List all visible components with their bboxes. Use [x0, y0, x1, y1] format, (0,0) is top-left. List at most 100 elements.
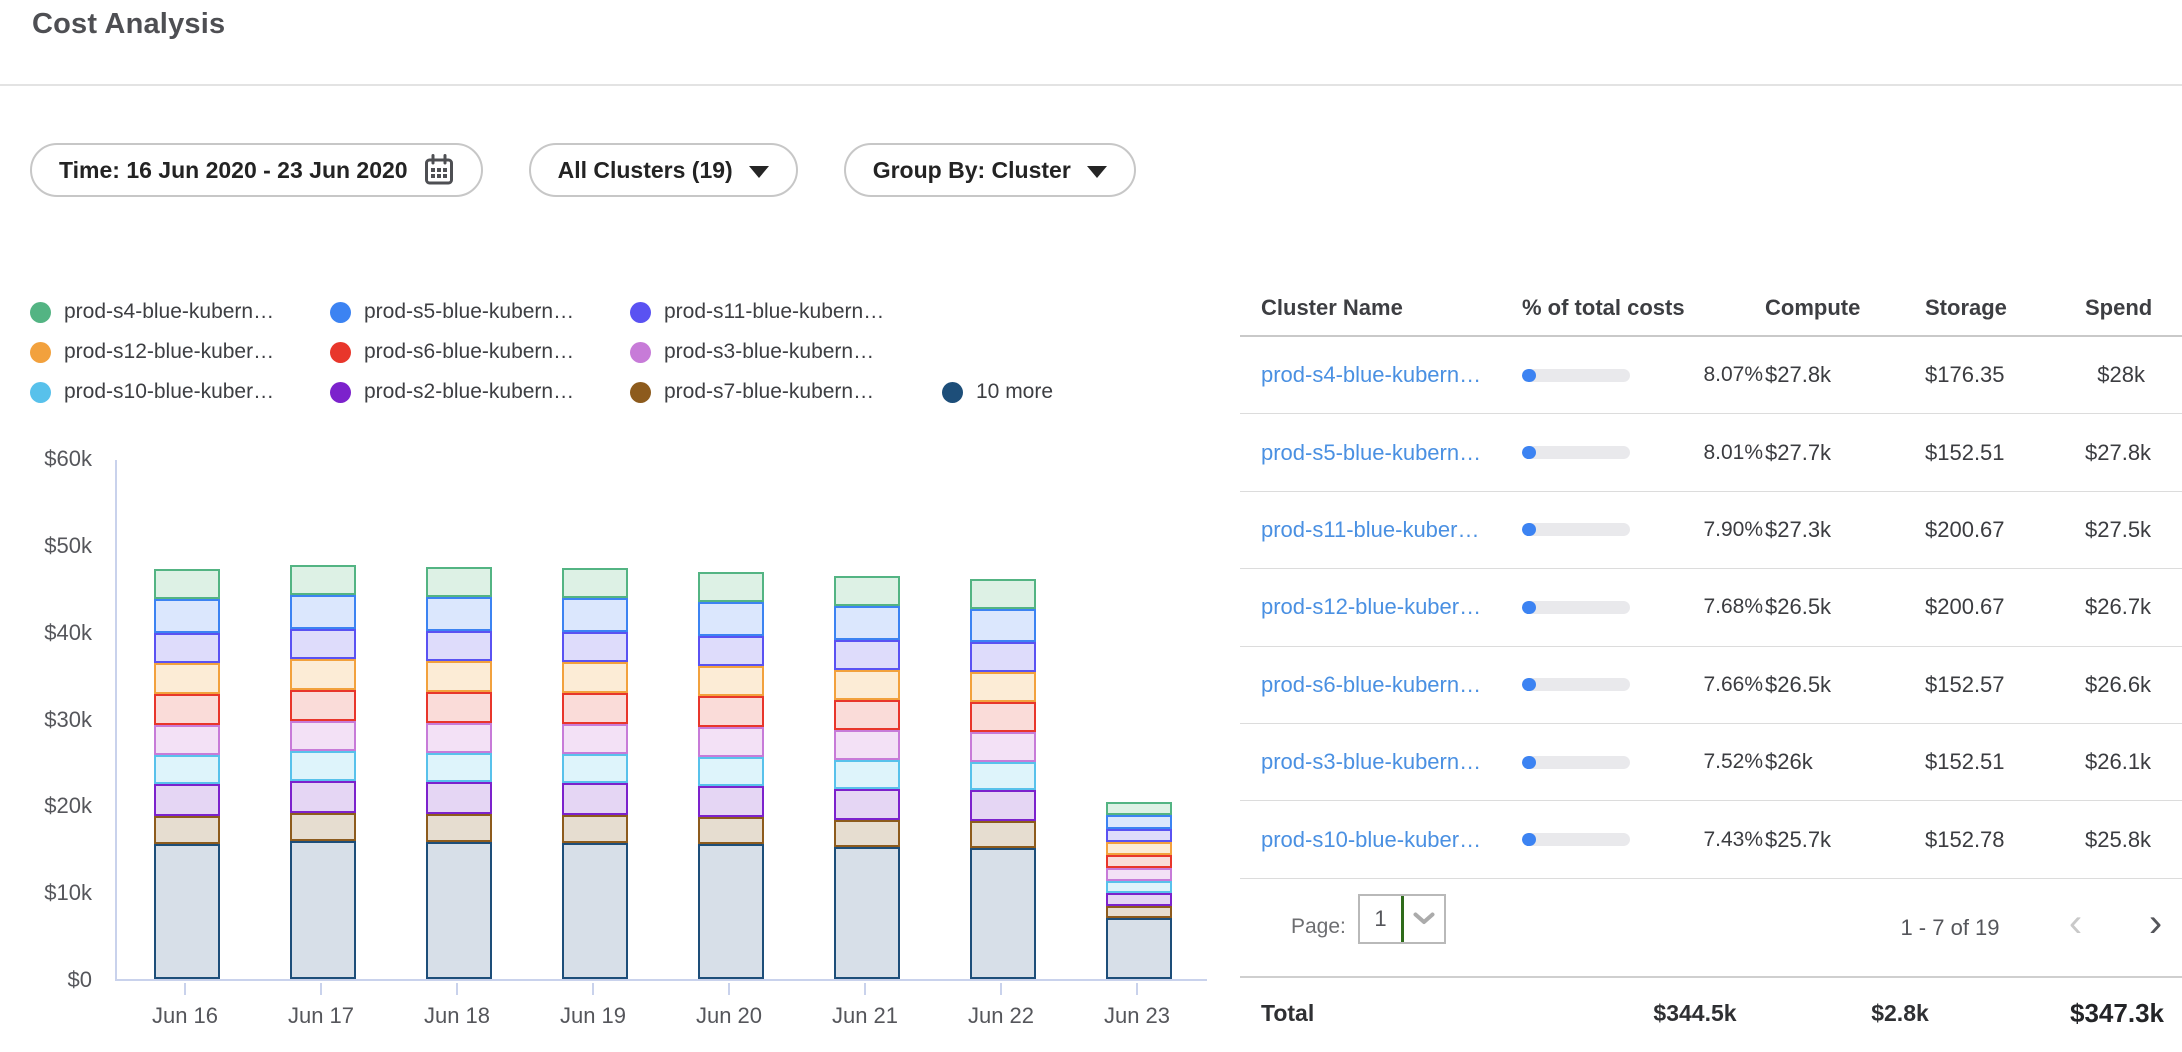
bar-segment[interactable]: [426, 661, 492, 692]
bar-segment[interactable]: [426, 753, 492, 782]
bar-jun-17[interactable]: [290, 565, 356, 979]
legend-item[interactable]: prod-s6-blue-kubern…: [330, 340, 630, 364]
bar-segment[interactable]: [970, 672, 1036, 702]
bar-segment[interactable]: [698, 572, 764, 602]
cluster-name-link[interactable]: prod-s4-blue-kubern…: [1261, 362, 1481, 387]
legend-item[interactable]: prod-s10-blue-kuber…: [30, 380, 330, 404]
bar-segment[interactable]: [970, 579, 1036, 609]
bar-segment[interactable]: [426, 842, 492, 979]
bar-segment[interactable]: [698, 817, 764, 844]
bar-segment[interactable]: [154, 844, 220, 979]
bar-segment[interactable]: [698, 844, 764, 979]
bar-segment[interactable]: [290, 813, 356, 841]
bar-segment[interactable]: [562, 568, 628, 598]
bar-segment[interactable]: [698, 666, 764, 696]
bar-segment[interactable]: [290, 751, 356, 781]
cluster-name-link[interactable]: prod-s3-blue-kubern…: [1261, 749, 1481, 774]
bar-segment[interactable]: [154, 599, 220, 633]
bar-segment[interactable]: [834, 730, 900, 760]
bar-segment[interactable]: [290, 690, 356, 721]
bar-segment[interactable]: [970, 821, 1036, 848]
bar-jun-23[interactable]: [1106, 802, 1172, 979]
bar-segment[interactable]: [970, 732, 1036, 762]
bar-segment[interactable]: [562, 598, 628, 632]
bar-segment[interactable]: [698, 727, 764, 757]
bar-segment[interactable]: [154, 663, 220, 694]
bar-segment[interactable]: [154, 784, 220, 816]
legend-item[interactable]: prod-s5-blue-kubern…: [330, 300, 630, 324]
bar-jun-21[interactable]: [834, 576, 900, 979]
bar-segment[interactable]: [1106, 893, 1172, 906]
bar-segment[interactable]: [426, 723, 492, 753]
bar-segment[interactable]: [290, 595, 356, 629]
bar-segment[interactable]: [562, 843, 628, 979]
bar-segment[interactable]: [1106, 802, 1172, 815]
bar-segment[interactable]: [290, 841, 356, 979]
bar-segment[interactable]: [154, 725, 220, 755]
bar-segment[interactable]: [834, 670, 900, 700]
legend-item[interactable]: prod-s4-blue-kubern…: [30, 300, 330, 324]
bar-segment[interactable]: [698, 602, 764, 636]
cluster-name-link[interactable]: prod-s11-blue-kuber…: [1261, 517, 1479, 542]
bar-segment[interactable]: [562, 754, 628, 783]
bar-segment[interactable]: [426, 597, 492, 631]
bar-segment[interactable]: [290, 721, 356, 751]
bar-segment[interactable]: [562, 662, 628, 693]
bar-segment[interactable]: [154, 633, 220, 663]
bar-segment[interactable]: [154, 816, 220, 844]
bar-segment[interactable]: [290, 629, 356, 659]
bar-segment[interactable]: [834, 576, 900, 606]
bar-segment[interactable]: [1106, 829, 1172, 842]
legend-item[interactable]: 10 more: [942, 380, 1053, 404]
bar-segment[interactable]: [290, 565, 356, 595]
bar-segment[interactable]: [426, 567, 492, 597]
next-page-button[interactable]: ›: [2128, 901, 2182, 945]
bar-segment[interactable]: [970, 762, 1036, 790]
cluster-name-link[interactable]: prod-s10-blue-kuber…: [1261, 827, 1481, 852]
group-by-filter[interactable]: Group By: Cluster: [844, 143, 1136, 197]
bar-segment[interactable]: [970, 642, 1036, 672]
bar-segment[interactable]: [834, 700, 900, 730]
bar-segment[interactable]: [698, 696, 764, 727]
bar-segment[interactable]: [562, 815, 628, 843]
bar-segment[interactable]: [290, 781, 356, 813]
bar-jun-19[interactable]: [562, 568, 628, 979]
bar-segment[interactable]: [834, 640, 900, 670]
page-select[interactable]: 1: [1358, 894, 1446, 944]
clusters-filter[interactable]: All Clusters (19): [529, 143, 798, 197]
bar-segment[interactable]: [290, 659, 356, 690]
legend-item[interactable]: prod-s3-blue-kubern…: [630, 340, 942, 364]
bar-segment[interactable]: [834, 820, 900, 847]
bar-segment[interactable]: [970, 790, 1036, 821]
bar-segment[interactable]: [1106, 842, 1172, 855]
bar-segment[interactable]: [154, 694, 220, 725]
legend-item[interactable]: prod-s2-blue-kubern…: [330, 380, 630, 404]
legend-item[interactable]: prod-s7-blue-kubern…: [630, 380, 942, 404]
bar-segment[interactable]: [970, 848, 1036, 979]
bar-segment[interactable]: [1106, 855, 1172, 868]
bar-segment[interactable]: [154, 569, 220, 599]
legend-item[interactable]: prod-s11-blue-kubern…: [630, 300, 942, 324]
cluster-name-link[interactable]: prod-s5-blue-kubern…: [1261, 440, 1481, 465]
cluster-name-link[interactable]: prod-s12-blue-kuber…: [1261, 594, 1481, 619]
bar-segment[interactable]: [426, 814, 492, 842]
bar-jun-18[interactable]: [426, 567, 492, 979]
bar-segment[interactable]: [834, 760, 900, 789]
bar-jun-22[interactable]: [970, 579, 1036, 979]
bar-segment[interactable]: [970, 702, 1036, 732]
bar-segment[interactable]: [970, 609, 1036, 642]
bar-segment[interactable]: [154, 755, 220, 784]
previous-page-button[interactable]: ‹: [2048, 901, 2103, 945]
time-range-filter[interactable]: Time: 16 Jun 2020 - 23 Jun 2020: [30, 143, 483, 197]
bar-segment[interactable]: [698, 636, 764, 666]
bar-segment[interactable]: [562, 693, 628, 724]
bar-segment[interactable]: [562, 632, 628, 662]
bar-segment[interactable]: [1106, 815, 1172, 829]
bar-jun-20[interactable]: [698, 572, 764, 979]
bar-segment[interactable]: [426, 782, 492, 814]
bar-segment[interactable]: [1106, 918, 1172, 979]
bar-segment[interactable]: [834, 789, 900, 820]
bar-segment[interactable]: [562, 783, 628, 815]
bar-segment[interactable]: [426, 692, 492, 723]
legend-item[interactable]: prod-s12-blue-kuber…: [30, 340, 330, 364]
